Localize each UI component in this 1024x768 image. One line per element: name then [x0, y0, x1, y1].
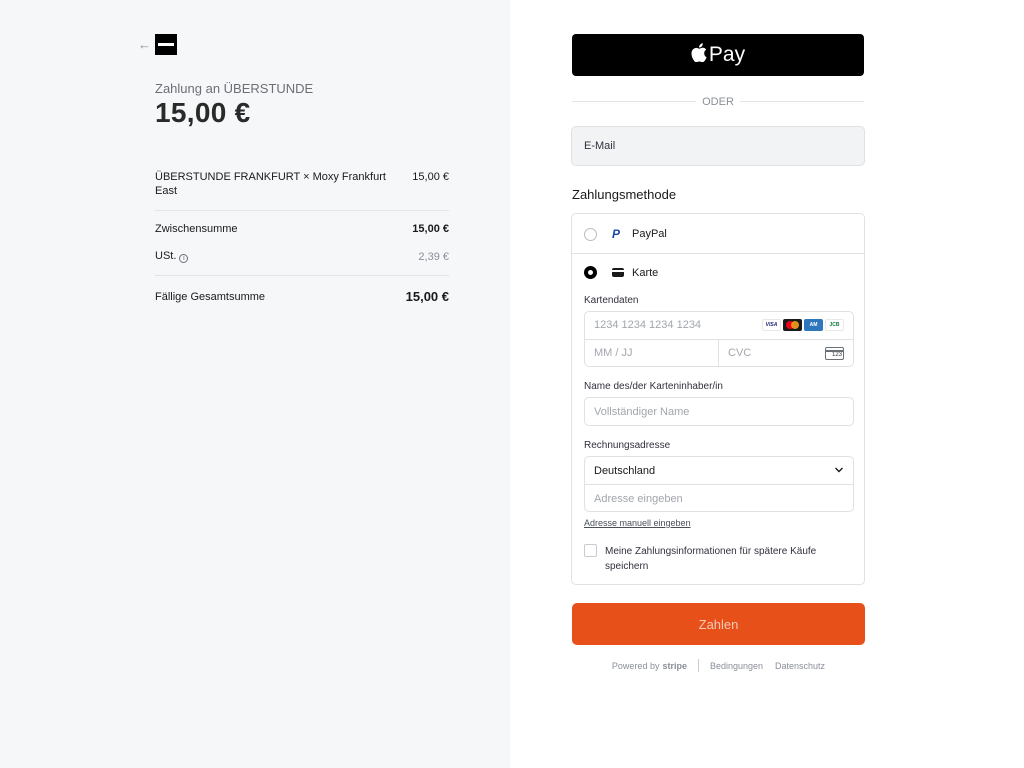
subtotal-value: 15,00 € — [412, 223, 449, 235]
save-info-checkbox[interactable] — [584, 544, 597, 557]
card-label: Karte — [632, 266, 659, 279]
card-radio[interactable] — [584, 266, 597, 279]
chevron-down-icon[interactable] — [834, 465, 844, 475]
powered-by-label: Powered by — [611, 660, 660, 671]
total-amount: 15,00 € — [155, 97, 251, 128]
info-icon[interactable]: i — [179, 254, 189, 263]
save-info-label: Meine Zahlungsinformationen für spätere … — [605, 546, 817, 572]
subtotal-row: Zwischensumme 15,00 € — [155, 223, 449, 235]
total-value: 15,00 € — [405, 289, 449, 304]
order-summary-panel: ← Zahlung an ÜBERSTUNDE 15,00 € ÜBERSTUN… — [0, 0, 510, 768]
mastercard-icon — [783, 319, 802, 331]
credit-card-icon — [612, 268, 624, 277]
amex-icon: AM — [804, 319, 823, 331]
payment-method-box: P PayPal Karte Kartendaten 1234 1234 123… — [571, 213, 865, 585]
save-info-row: Meine Zahlungsinformationen für spätere … — [584, 544, 844, 574]
apple-pay-button[interactable]: Pay — [572, 34, 864, 76]
total-label: Fällige Gesamtsumme — [155, 290, 266, 303]
email-field[interactable]: E-Mail — [571, 126, 865, 166]
billing-address-label: Rechnungsadresse — [584, 440, 671, 451]
address-input[interactable]: Adresse eingeben — [594, 493, 683, 505]
jcb-icon: JCB — [825, 319, 844, 331]
card-brands: VISA AM JCB — [762, 319, 844, 331]
tax-value: 2,39 € — [418, 250, 449, 263]
option-divider — [572, 253, 864, 254]
pay-button[interactable]: Zahlen — [572, 603, 865, 645]
cvc-card-icon: 123 — [825, 347, 844, 360]
country-select[interactable]: Deutschland — [594, 465, 655, 477]
footer-divider — [697, 659, 699, 672]
separator-line — [740, 101, 864, 102]
privacy-link[interactable]: Datenschutz — [775, 661, 825, 671]
expiry-input[interactable]: MM / JJ — [594, 347, 633, 359]
line-item-price: 15,00 € — [412, 171, 449, 183]
subtotal-label: Zwischensumme — [155, 223, 238, 235]
card-option[interactable]: Karte — [584, 266, 658, 279]
field-divider — [585, 484, 853, 485]
paypal-option[interactable]: P PayPal — [584, 227, 667, 241]
apple-pay-label: Pay — [708, 43, 746, 66]
paypal-radio[interactable] — [584, 227, 597, 241]
field-divider — [718, 339, 719, 367]
billing-address-group: Deutschland Adresse eingeben — [584, 456, 854, 512]
manual-address-link[interactable]: Adresse manuell eingeben — [584, 518, 691, 528]
card-details-label: Kartendaten — [584, 295, 639, 306]
cardholder-input[interactable]: Vollständiger Name — [584, 397, 854, 426]
cvc-input[interactable]: CVC — [728, 347, 751, 359]
tax-row: USt. i 2,39 € — [155, 250, 449, 263]
total-row: Fällige Gesamtsumme 15,00 € — [155, 289, 449, 304]
stripe-logo[interactable]: stripe — [662, 661, 687, 671]
or-separator-text: ODER — [702, 96, 734, 108]
summary-divider — [155, 275, 449, 276]
footer: Powered by stripe Bedingungen Datenschut… — [572, 659, 865, 672]
summary-divider — [155, 210, 449, 211]
cardholder-placeholder: Vollständiger Name — [594, 405, 690, 418]
visa-icon: VISA — [762, 319, 781, 331]
apple-icon — [691, 42, 707, 68]
field-divider — [585, 339, 853, 340]
card-number-input[interactable]: 1234 1234 1234 1234 — [594, 319, 701, 331]
back-arrow-icon[interactable]: ← — [138, 38, 152, 52]
pay-to-label: Zahlung an ÜBERSTUNDE — [155, 81, 314, 96]
email-label: E-Mail — [584, 140, 616, 152]
tax-label: USt. — [155, 250, 177, 262]
payment-method-title: Zahlungsmethode — [572, 187, 677, 202]
merchant-logo — [155, 34, 177, 55]
line-item-name: ÜBERSTUNDE FRANKFURT × Moxy Frankfurt Ea… — [155, 171, 386, 197]
or-separator: ODER — [572, 95, 864, 109]
card-details-group: 1234 1234 1234 1234 VISA AM JCB MM / JJ … — [584, 311, 854, 367]
line-item: ÜBERSTUNDE FRANKFURT × Moxy Frankfurt Ea… — [155, 170, 449, 198]
paypal-icon: P — [612, 227, 621, 241]
terms-link[interactable]: Bedingungen — [710, 661, 763, 671]
paypal-label: PayPal — [632, 228, 667, 240]
cardholder-label: Name des/der Karteninhaber/in — [584, 381, 723, 392]
